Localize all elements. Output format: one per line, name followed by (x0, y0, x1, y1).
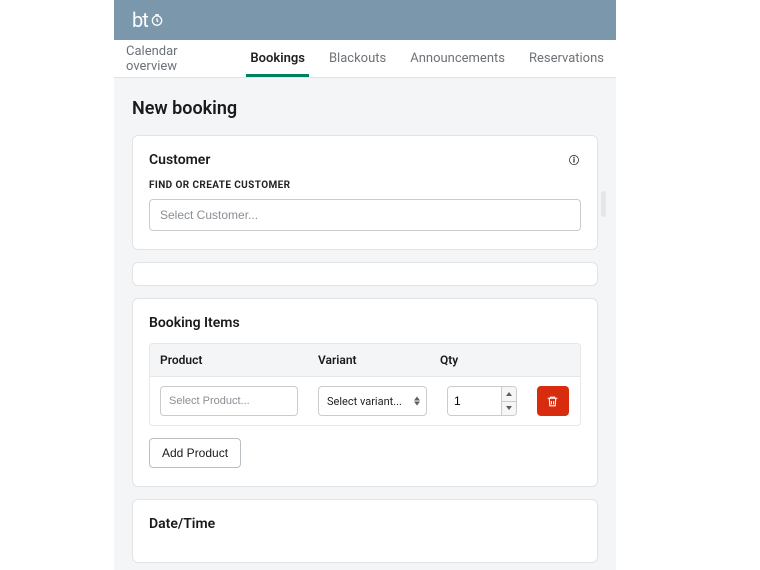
tab-reservations[interactable]: Reservations (529, 41, 604, 76)
col-action (520, 344, 580, 376)
booking-items-card: Booking Items Product Variant Qty (132, 298, 598, 487)
booking-items-heading: Booking Items (149, 315, 581, 331)
qty-down-button[interactable] (502, 402, 516, 416)
col-variant: Variant (308, 344, 430, 376)
table-row: Select variant... (150, 377, 580, 425)
col-qty: Qty (430, 344, 520, 376)
logo-text: bt (132, 8, 148, 32)
datetime-heading: Date/Time (149, 516, 581, 532)
variant-select-label: Select variant... (327, 395, 402, 408)
tab-calendar-overview[interactable]: Calendar overview (126, 34, 226, 84)
customer-search-input[interactable] (149, 199, 581, 231)
customer-sublabel: Find or Create Customer (149, 180, 581, 191)
quantity-stepper[interactable] (447, 386, 517, 416)
qty-up-button[interactable] (502, 387, 516, 402)
panel-handle[interactable] (601, 191, 606, 217)
tab-bookings[interactable]: Bookings (250, 41, 305, 76)
content-area: New booking Customer ⓘ Find or Create Cu… (114, 78, 616, 563)
customer-card: Customer ⓘ Find or Create Customer (132, 135, 598, 250)
info-icon[interactable]: ⓘ (569, 152, 579, 162)
chevron-updown-icon (414, 397, 420, 406)
col-product: Product (150, 344, 308, 376)
clock-icon (150, 13, 164, 27)
tab-bar: Calendar overview Bookings Blackouts Ann… (114, 40, 616, 78)
variant-select[interactable]: Select variant... (318, 386, 427, 416)
product-input[interactable] (160, 386, 298, 416)
table-header: Product Variant Qty (150, 344, 580, 377)
delete-row-button[interactable] (537, 386, 569, 416)
tab-announcements[interactable]: Announcements (410, 41, 505, 76)
spacer-card (132, 262, 598, 286)
page-title: New booking (132, 98, 598, 119)
datetime-card: Date/Time (132, 499, 598, 563)
tab-blackouts[interactable]: Blackouts (329, 41, 386, 76)
add-product-button[interactable]: Add Product (149, 438, 241, 468)
customer-heading: Customer (149, 152, 581, 168)
trash-icon (546, 395, 559, 408)
logo: bt (132, 8, 164, 32)
qty-input[interactable] (448, 387, 501, 415)
booking-items-table: Product Variant Qty Select variant... (149, 343, 581, 426)
